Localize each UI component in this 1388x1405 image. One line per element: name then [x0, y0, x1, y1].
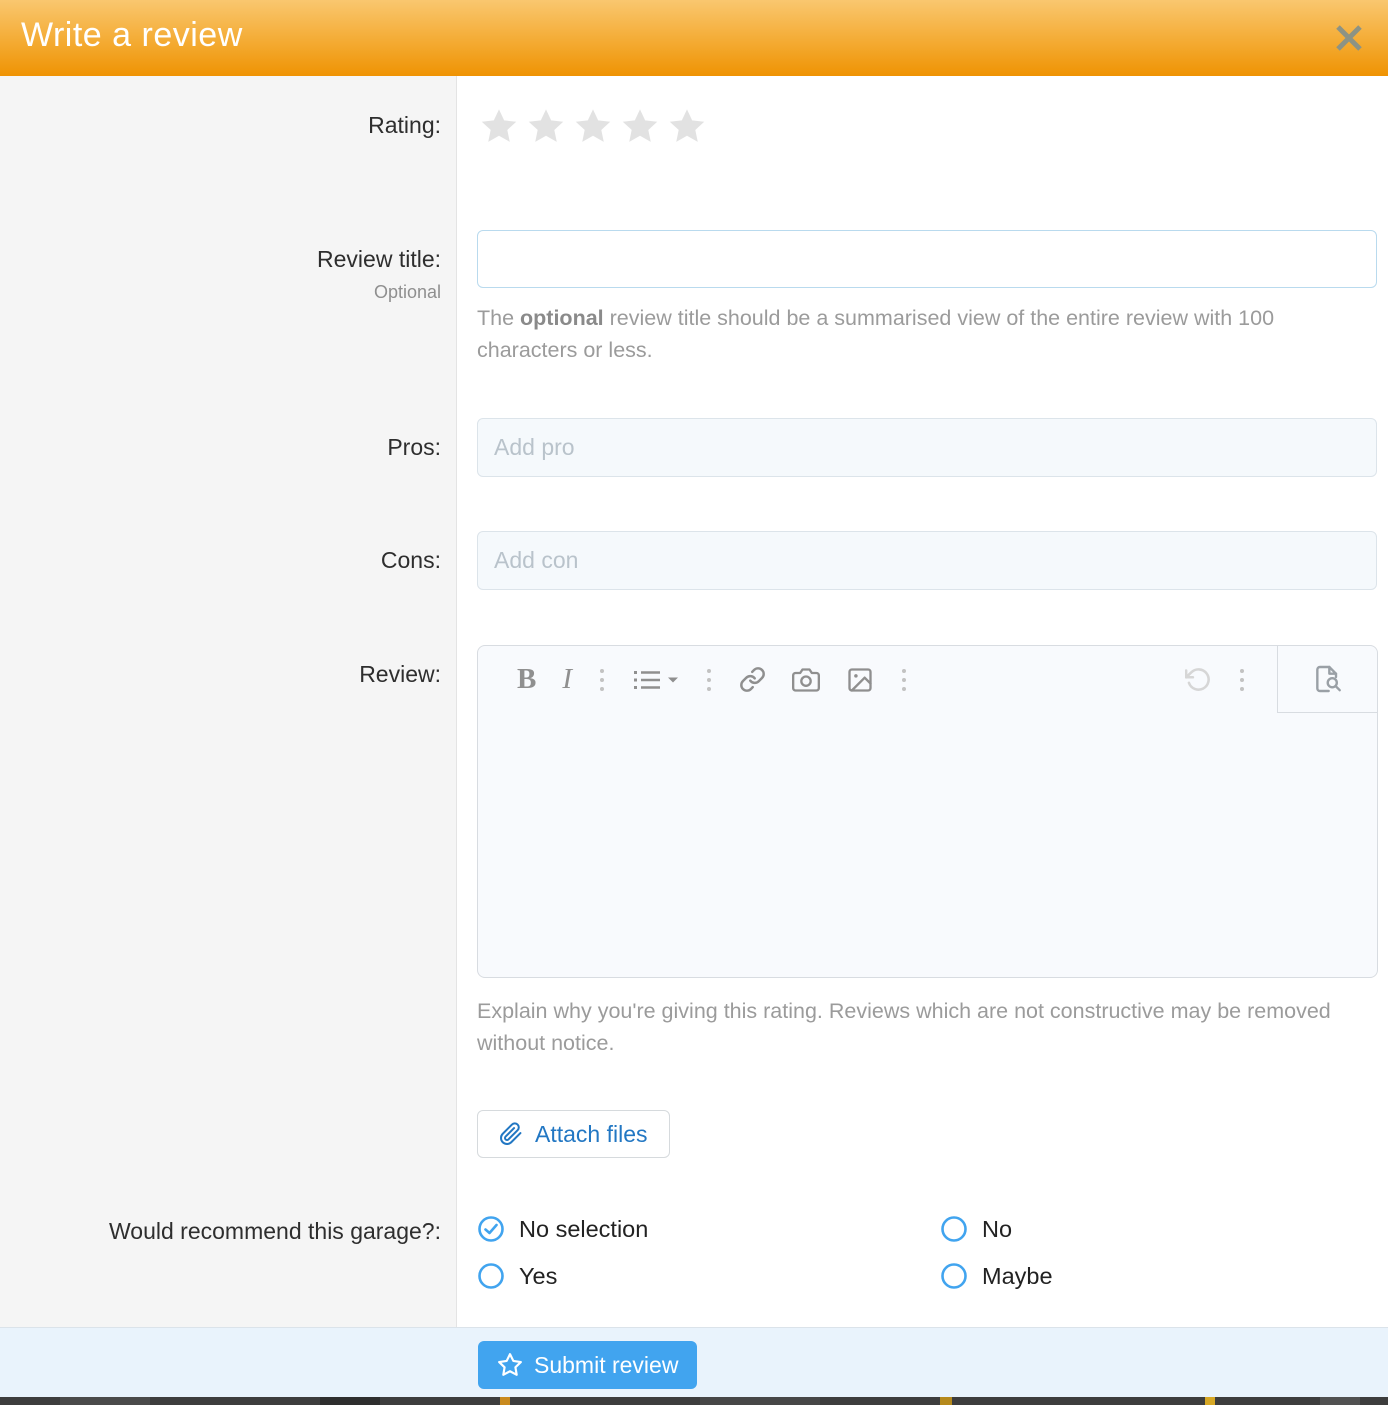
attach-files-label: Attach files	[535, 1120, 648, 1147]
radio-no[interactable]: No	[940, 1215, 1012, 1243]
star-icon[interactable]	[666, 105, 708, 147]
radio-label: Yes	[519, 1262, 558, 1289]
recommend-label: Would recommend this garage?:	[109, 1218, 441, 1244]
history-overflow-button[interactable]	[1225, 658, 1259, 702]
submit-review-label: Submit review	[534, 1351, 679, 1378]
star-icon[interactable]	[572, 105, 614, 147]
italic-button[interactable]: I	[549, 658, 585, 702]
unordered-list-icon	[634, 670, 661, 689]
list-overflow-button[interactable]	[692, 658, 726, 702]
radio-unchecked-icon	[941, 1263, 967, 1289]
radio-label: No	[982, 1215, 1013, 1242]
overflow-dots-icon	[707, 668, 712, 691]
modal-title: Write a review	[21, 16, 243, 54]
star-outline-icon	[498, 1353, 522, 1376]
background-page-sliver	[0, 1397, 1388, 1405]
bold-icon: B	[517, 663, 537, 695]
pros-input[interactable]	[477, 418, 1377, 477]
review-title-help: The optional review title should be a su…	[477, 302, 1347, 366]
paperclip-icon	[500, 1122, 522, 1145]
star-rating	[478, 105, 708, 147]
modal-footer: Submit review	[0, 1327, 1388, 1397]
camera-icon	[792, 667, 821, 692]
image-button[interactable]	[833, 658, 887, 702]
camera-button[interactable]	[779, 658, 833, 702]
pros-label: Pros:	[387, 434, 441, 460]
document-preview-icon	[1315, 665, 1341, 693]
chevron-down-icon	[668, 677, 679, 682]
submit-review-button[interactable]: Submit review	[478, 1341, 698, 1389]
undo-button[interactable]	[1172, 658, 1225, 702]
attach-files-button[interactable]: Attach files	[477, 1110, 670, 1158]
review-label: Review:	[359, 661, 441, 687]
italic-icon: I	[562, 663, 573, 695]
toolbar-right-group	[1172, 646, 1259, 713]
cons-label: Cons:	[380, 547, 441, 573]
bold-button[interactable]: B	[504, 658, 549, 702]
radio-checked-icon	[478, 1216, 504, 1242]
list-button[interactable]	[619, 658, 692, 702]
insert-overflow-button[interactable]	[887, 658, 921, 702]
preview-button[interactable]	[1277, 646, 1377, 713]
overflow-dots-icon	[1240, 668, 1244, 691]
radio-unchecked-icon	[941, 1216, 967, 1242]
star-icon[interactable]	[478, 105, 520, 147]
rating-label: Rating:	[368, 112, 441, 138]
review-title-input[interactable]	[477, 230, 1377, 288]
radio-yes[interactable]: Yes	[477, 1262, 557, 1290]
editor-toolbar: B I	[478, 646, 1377, 713]
review-editor: B I	[477, 645, 1378, 978]
undo-icon	[1185, 668, 1210, 691]
overflow-dots-icon	[600, 668, 605, 691]
radio-no-selection[interactable]: No selection	[477, 1215, 648, 1243]
review-title-label: Review title:	[317, 246, 441, 272]
cons-input[interactable]	[477, 531, 1377, 590]
review-editor-body[interactable]	[478, 714, 1377, 978]
review-title-optional-label: Optional	[373, 282, 441, 302]
format-overflow-button[interactable]	[585, 658, 619, 702]
help-text-part: The	[477, 306, 521, 330]
overflow-dots-icon	[902, 668, 907, 691]
star-icon[interactable]	[619, 105, 661, 147]
radio-unchecked-icon	[478, 1263, 504, 1289]
close-icon	[1336, 25, 1362, 51]
radio-maybe[interactable]: Maybe	[940, 1262, 1053, 1290]
modal-header: Write a review	[0, 0, 1388, 76]
image-icon	[848, 667, 872, 692]
review-help: Explain why you're giving this rating. R…	[477, 999, 1331, 1055]
close-button[interactable]	[1332, 21, 1366, 55]
star-icon[interactable]	[525, 105, 567, 147]
write-review-modal: Write a review Rating: Review title: Opt…	[0, 0, 1388, 1405]
radio-label: Maybe	[982, 1262, 1053, 1289]
radio-label: No selection	[519, 1215, 649, 1242]
help-text-bold: optional	[520, 306, 604, 330]
link-icon	[740, 667, 765, 692]
link-button[interactable]	[726, 658, 779, 702]
